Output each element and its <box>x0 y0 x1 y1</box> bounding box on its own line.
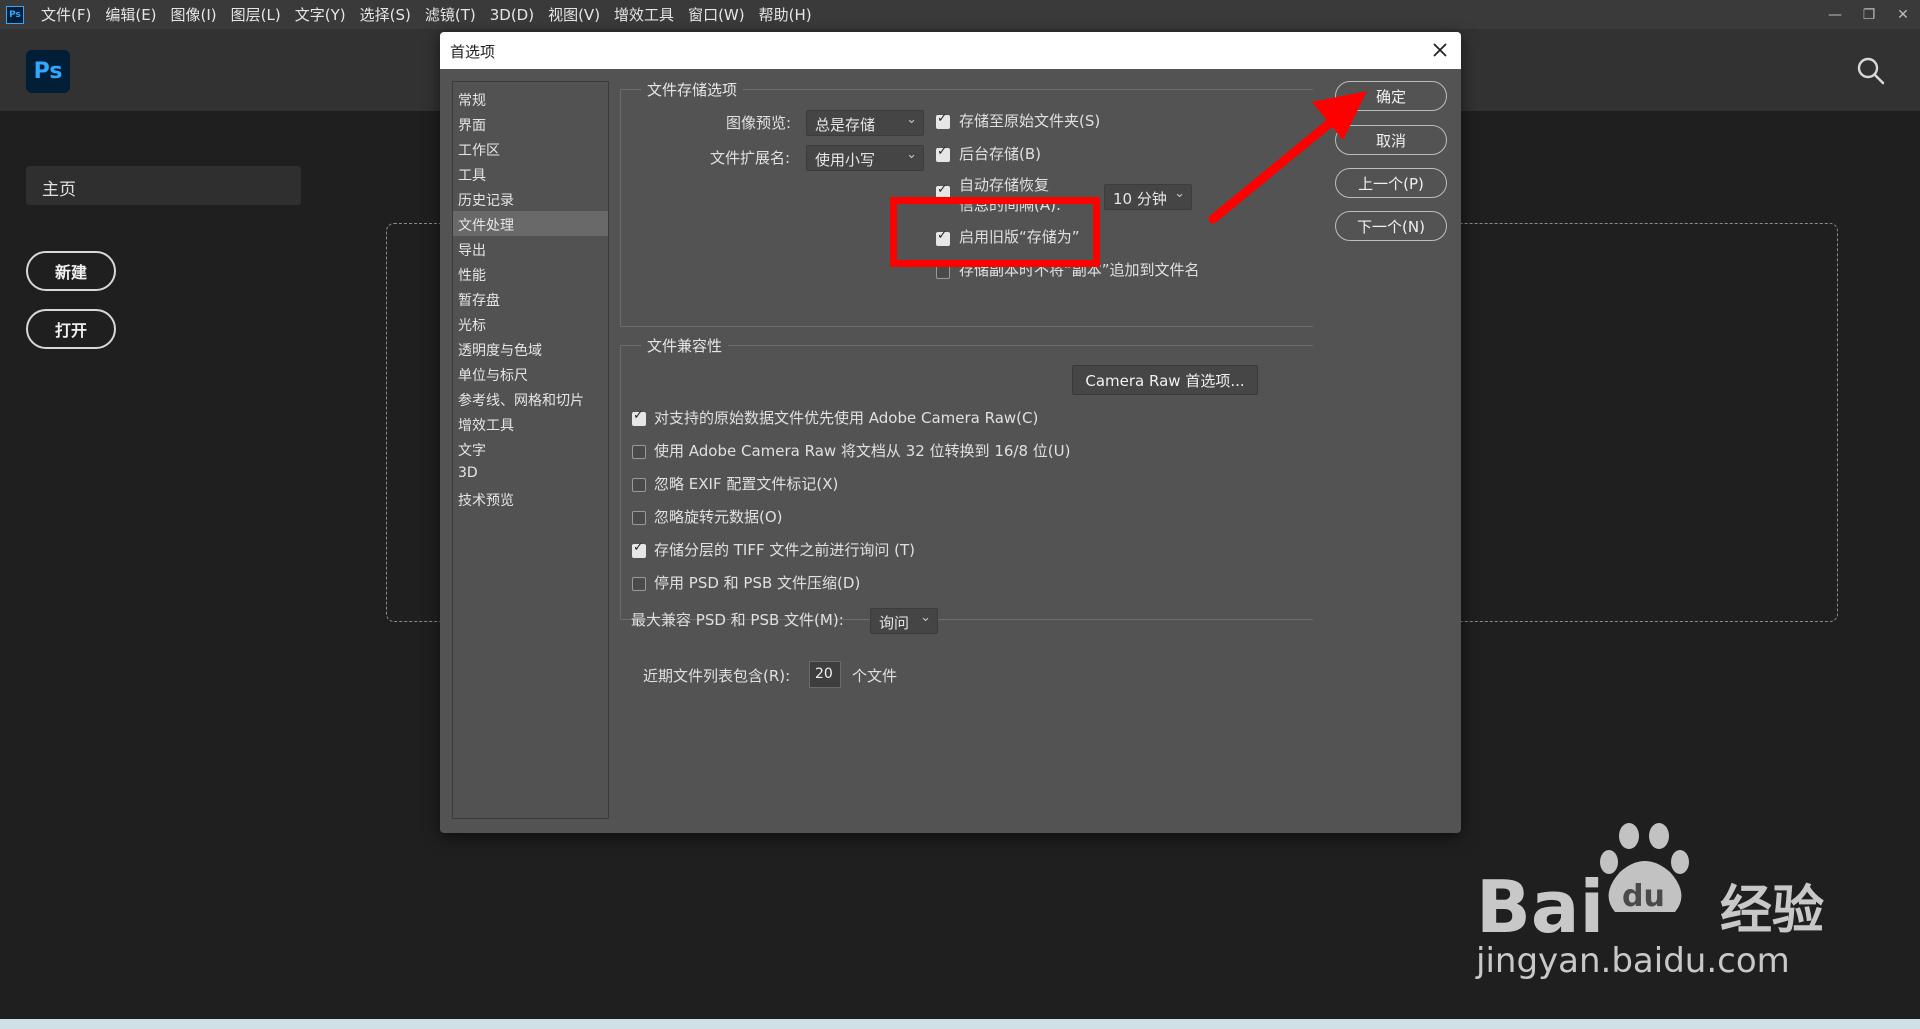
cancel-button[interactable]: 取消 <box>1335 125 1447 155</box>
watermark-du-text: du <box>1622 879 1665 914</box>
menu-edit[interactable]: 编辑(E) <box>98 4 163 25</box>
ignore-exif-checkbox[interactable] <box>632 478 646 492</box>
ok-button[interactable]: 确定 <box>1335 81 1447 111</box>
file-extension-label: 文件扩展名: <box>710 149 791 167</box>
watermark-brand-text: Bai <box>1476 865 1604 949</box>
disable-psd-compression-label: 停用 PSD 和 PSB 文件压缩(D) <box>654 574 861 592</box>
max-compat-label: 最大兼容 PSD 和 PSB 文件(M): <box>631 611 844 629</box>
category-units-rulers[interactable]: 单位与标尺 <box>453 361 608 386</box>
menu-3d[interactable]: 3D(D) <box>483 6 541 24</box>
category-list: 常规 界面 工作区 工具 历史记录 文件处理 导出 性能 暂存盘 光标 透明度与… <box>452 81 609 819</box>
prefer-camera-raw-label: 对支持的原始数据文件优先使用 Adobe Camera Raw(C) <box>654 409 1039 427</box>
menu-filter[interactable]: 滤镜(T) <box>418 4 483 25</box>
category-interface[interactable]: 界面 <box>453 111 608 136</box>
category-workspace[interactable]: 工作区 <box>453 136 608 161</box>
bottom-strip <box>0 1019 1920 1029</box>
menu-layer[interactable]: 图层(L) <box>224 4 288 25</box>
image-preview-label: 图像预览: <box>726 114 792 132</box>
dialog-titlebar: 首选项 <box>440 32 1461 69</box>
category-type[interactable]: 文字 <box>453 436 608 461</box>
menu-plugins[interactable]: 增效工具 <box>607 4 681 25</box>
category-plugins[interactable]: 增效工具 <box>453 411 608 436</box>
minimize-icon[interactable]: — <box>1818 0 1852 29</box>
menu-window[interactable]: 窗口(W) <box>681 4 752 25</box>
ask-tiff-layers-label: 存储分层的 TIFF 文件之前进行询问 (T) <box>654 541 916 559</box>
open-button[interactable]: 打开 <box>26 309 116 349</box>
copy-suffix-checkbox[interactable] <box>936 265 950 279</box>
category-general[interactable]: 常规 <box>453 86 608 111</box>
ignore-exif-label: 忽略 EXIF 配置文件标记(X) <box>654 475 839 493</box>
menu-bar: Ps 文件(F) 编辑(E) 图像(I) 图层(L) 文字(Y) 选择(S) 滤… <box>0 0 1920 29</box>
recent-files-label: 近期文件列表包含(R): <box>643 667 791 685</box>
prefer-camera-raw-checkbox[interactable] <box>632 408 646 426</box>
camera-raw-preferences-button[interactable]: Camera Raw 首选项... <box>1072 365 1258 395</box>
annotation-highlight-box <box>890 197 1100 267</box>
window-controls: — ❐ ✕ <box>1818 0 1920 29</box>
menu-type[interactable]: 文字(Y) <box>288 4 353 25</box>
file-extension-select[interactable]: 使用小写 <box>806 145 924 171</box>
dialog-title: 首选项 <box>450 43 496 61</box>
auto-recovery-interval-select[interactable]: 10 分钟 <box>1104 184 1192 210</box>
recent-files-count-input[interactable]: 20 <box>809 661 841 688</box>
background-save-checkbox[interactable] <box>936 144 950 162</box>
menu-view[interactable]: 视图(V) <box>541 4 607 25</box>
menu-image[interactable]: 图像(I) <box>164 4 224 25</box>
previous-button[interactable]: 上一个(P) <box>1335 168 1447 198</box>
category-cursors[interactable]: 光标 <box>453 311 608 336</box>
camera-raw-convert-label: 使用 Adobe Camera Raw 将文档从 32 位转换到 16/8 位(… <box>654 442 1071 460</box>
max-compat-select[interactable]: 询问 <box>870 608 938 634</box>
ignore-rotation-label: 忽略旋转元数据(O) <box>654 508 783 526</box>
photoshop-logo: Ps <box>26 50 70 93</box>
category-technology-previews[interactable]: 技术预览 <box>453 486 608 511</box>
background-save-label: 后台存储(B) <box>959 145 1041 163</box>
category-export[interactable]: 导出 <box>453 236 608 261</box>
baidu-watermark: Bai du 经验 jingyan.baidu.com <box>1475 823 1824 980</box>
file-save-title: 文件存储选项 <box>641 79 744 100</box>
close-icon[interactable]: ✕ <box>1886 0 1920 29</box>
sidebar-item-home[interactable]: 主页 <box>26 166 301 205</box>
menu-file[interactable]: 文件(F) <box>34 4 98 25</box>
camera-raw-convert-checkbox[interactable] <box>632 445 646 459</box>
category-transparency[interactable]: 透明度与色域 <box>453 336 608 361</box>
category-history[interactable]: 历史记录 <box>453 186 608 211</box>
save-to-original-label: 存储至原始文件夹(S) <box>959 112 1101 130</box>
category-performance[interactable]: 性能 <box>453 261 608 286</box>
disable-psd-compression-checkbox[interactable] <box>632 577 646 591</box>
new-button[interactable]: 新建 <box>26 251 116 291</box>
restore-icon[interactable]: ❐ <box>1852 0 1886 29</box>
watermark-cn-text: 经验 <box>1720 881 1824 941</box>
watermark-url-text: jingyan.baidu.com <box>1475 941 1790 980</box>
recent-files-suffix: 个文件 <box>852 667 898 685</box>
file-compatibility-title: 文件兼容性 <box>641 335 729 356</box>
close-icon[interactable] <box>1429 39 1451 61</box>
ask-tiff-layers-checkbox[interactable] <box>632 540 646 558</box>
category-file-handling[interactable]: 文件处理 <box>453 211 608 236</box>
category-scratch-disks[interactable]: 暂存盘 <box>453 286 608 311</box>
dialog-body: 常规 界面 工作区 工具 历史记录 文件处理 导出 性能 暂存盘 光标 透明度与… <box>440 69 1461 833</box>
category-tools[interactable]: 工具 <box>453 161 608 186</box>
category-guides-grid[interactable]: 参考线、网格和切片 <box>453 386 608 411</box>
ignore-rotation-checkbox[interactable] <box>632 511 646 525</box>
menu-select[interactable]: 选择(S) <box>353 4 418 25</box>
photoshop-app-icon: Ps <box>6 5 24 24</box>
save-to-original-checkbox[interactable] <box>936 111 950 129</box>
search-icon[interactable] <box>1856 56 1886 86</box>
menu-help[interactable]: 帮助(H) <box>752 4 819 25</box>
auto-recovery-label: 自动存储恢复 <box>959 176 1050 194</box>
category-3d[interactable]: 3D <box>453 461 608 486</box>
image-preview-select[interactable]: 总是存储 <box>806 110 924 136</box>
preferences-dialog: 首选项 常规 界面 工作区 工具 历史记录 文件处理 导出 性能 暂存盘 光标 … <box>440 32 1461 833</box>
next-button[interactable]: 下一个(N) <box>1335 211 1447 241</box>
